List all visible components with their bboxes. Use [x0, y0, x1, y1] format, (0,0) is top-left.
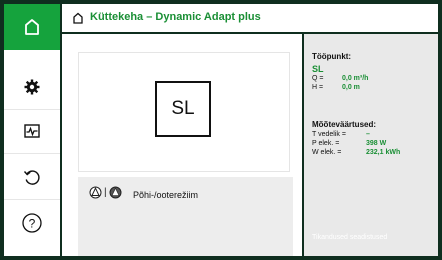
nav-home[interactable]: [4, 4, 60, 50]
operating-mode-value: SL: [312, 64, 324, 74]
power-value: 398 W: [366, 140, 387, 147]
mode-separator: |: [104, 187, 107, 198]
control-mode-tile[interactable]: SL: [78, 52, 290, 172]
pump-mode-label: Põhi-/ooterežiim: [133, 190, 199, 200]
control-mode-box: SL: [155, 81, 211, 137]
svg-text:?: ?: [29, 217, 36, 231]
head-value: 0,0 m: [342, 84, 360, 91]
nav-diagnostics[interactable]: [4, 108, 60, 154]
flow-label: Q =: [312, 75, 324, 82]
home-icon: [25, 19, 39, 35]
footer-hint: Tikandused seadistused: [312, 234, 388, 241]
fluid-temp-value: –: [366, 131, 370, 138]
energy-label: W elek. =: [312, 149, 342, 156]
nav-restore[interactable]: [4, 154, 60, 200]
pump-mode-tile[interactable]: | Põhi-/ooterežiim: [78, 177, 293, 256]
info-panel: Tööpunkt: SL Q = 0,0 m³/h H = 0,0 m Mõõt…: [304, 34, 438, 256]
nav-help[interactable]: ?: [4, 200, 60, 246]
energy-value: 232,1 kWh: [366, 149, 401, 156]
operating-point-title: Tööpunkt:: [312, 52, 352, 61]
sidebar: ?: [4, 4, 60, 256]
house-icon: [73, 12, 83, 24]
page-title: Küttekeha – Dynamic Adapt plus: [90, 11, 261, 23]
head-label: H =: [312, 84, 324, 91]
restore-icon: [23, 169, 40, 185]
header-bar: Küttekeha – Dynamic Adapt plus: [62, 4, 438, 32]
measured-values-title: Mõõteväärtused:: [312, 120, 377, 129]
power-label: P elek. =: [312, 140, 340, 147]
pump-standby-icon: [89, 186, 102, 199]
nav-settings[interactable]: [4, 64, 60, 110]
flow-value: 0,0 m³/h: [342, 75, 369, 82]
main-area: SL | Põhi-/ooterežiim: [62, 34, 302, 256]
help-icon: ?: [22, 213, 42, 233]
pump-mode-icons: |: [89, 186, 122, 199]
diagnostics-icon: [24, 123, 40, 138]
pump-main-icon: [109, 186, 122, 199]
settings-gear-icon: [24, 79, 40, 94]
fluid-temp-label: T vedelik =: [312, 131, 346, 138]
